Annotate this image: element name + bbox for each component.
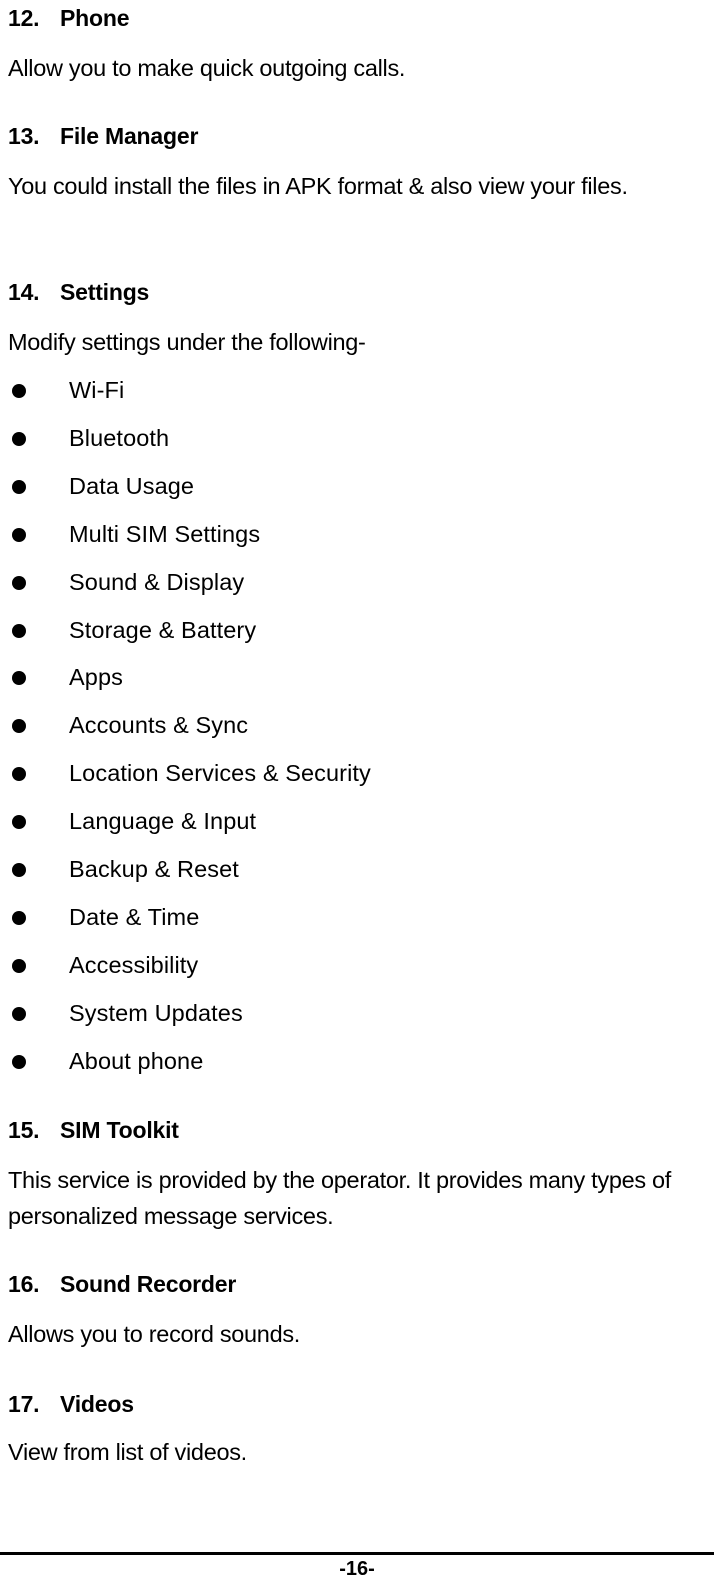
list-item-label: Language & Input — [69, 808, 257, 835]
bullet-icon — [12, 910, 26, 925]
bullet-icon — [12, 767, 26, 782]
section-number: 13. — [8, 123, 40, 149]
list-item-label: System Updates — [69, 999, 243, 1026]
bullet-icon — [12, 431, 26, 446]
section-body-sim-toolkit: This service is provided by the operator… — [8, 1167, 672, 1229]
bullet-icon — [12, 575, 26, 590]
bullet-icon — [12, 1006, 26, 1021]
section-number: 15. — [8, 1117, 40, 1143]
section-body-videos: View from list of videos. — [8, 1439, 247, 1465]
section-body-phone: Allow you to make quick outgoing calls. — [8, 55, 406, 81]
bullet-icon — [12, 1054, 26, 1069]
list-item-label: Date & Time — [69, 903, 200, 930]
footer-rule — [0, 1552, 714, 1555]
list-item-label: Data Usage — [69, 472, 195, 499]
list-item-label: Bluetooth — [69, 424, 170, 451]
section-number: 14. — [8, 279, 40, 305]
list-item-label: Wi-Fi — [69, 377, 125, 403]
section-number: 16. — [8, 1271, 40, 1297]
bullet-icon — [12, 384, 26, 398]
section-title: File Manager — [60, 123, 199, 149]
bullet-icon — [12, 527, 26, 542]
bullet-icon — [12, 623, 26, 638]
list-item-label: Location Services & Security — [69, 760, 371, 787]
list-item-label: Accessibility — [69, 951, 199, 978]
section-heading-sim-toolkit: 15. SIM Toolkit — [8, 1116, 179, 1144]
bullet-icon — [12, 958, 26, 973]
section-number: 17. — [8, 1391, 40, 1417]
list-item-label: Apps — [69, 664, 123, 691]
list-item-label: Sound & Display — [69, 568, 245, 595]
page-number: -16- — [339, 1558, 375, 1580]
section-heading-videos: 17. Videos — [8, 1390, 134, 1418]
list-item-label: Backup & Reset — [69, 856, 239, 882]
section-heading-settings: 14. Settings — [8, 278, 149, 306]
bullet-icon — [12, 479, 26, 494]
bullet-icon — [12, 719, 26, 734]
section-title: Phone — [60, 5, 130, 31]
section-title: SIM Toolkit — [60, 1117, 179, 1143]
section-number: 12. — [8, 5, 40, 31]
section-title: Videos — [60, 1391, 134, 1417]
section-heading-sound-recorder: 16. Sound Recorder — [8, 1270, 236, 1298]
section-heading-phone: 12. Phone — [8, 4, 129, 32]
section-body-settings: Modify settings under the following- — [8, 329, 366, 355]
section-heading-file-manager: 13. File Manager — [8, 122, 198, 150]
bullet-icon — [12, 863, 26, 877]
list-item-label: Multi SIM Settings — [69, 520, 261, 547]
list-item-label: Storage & Battery — [69, 616, 257, 643]
bullet-icon — [12, 671, 26, 686]
list-item-label: About phone — [69, 1047, 204, 1074]
section-title: Settings — [60, 279, 150, 305]
section-title: Sound Recorder — [60, 1271, 237, 1297]
bullet-icon — [12, 815, 26, 830]
section-body-sound-recorder: Allows you to record sounds. — [8, 1321, 301, 1347]
section-body-file-manager: You could install the files in APK forma… — [8, 173, 628, 199]
list-item-label: Accounts & Sync — [69, 712, 249, 739]
